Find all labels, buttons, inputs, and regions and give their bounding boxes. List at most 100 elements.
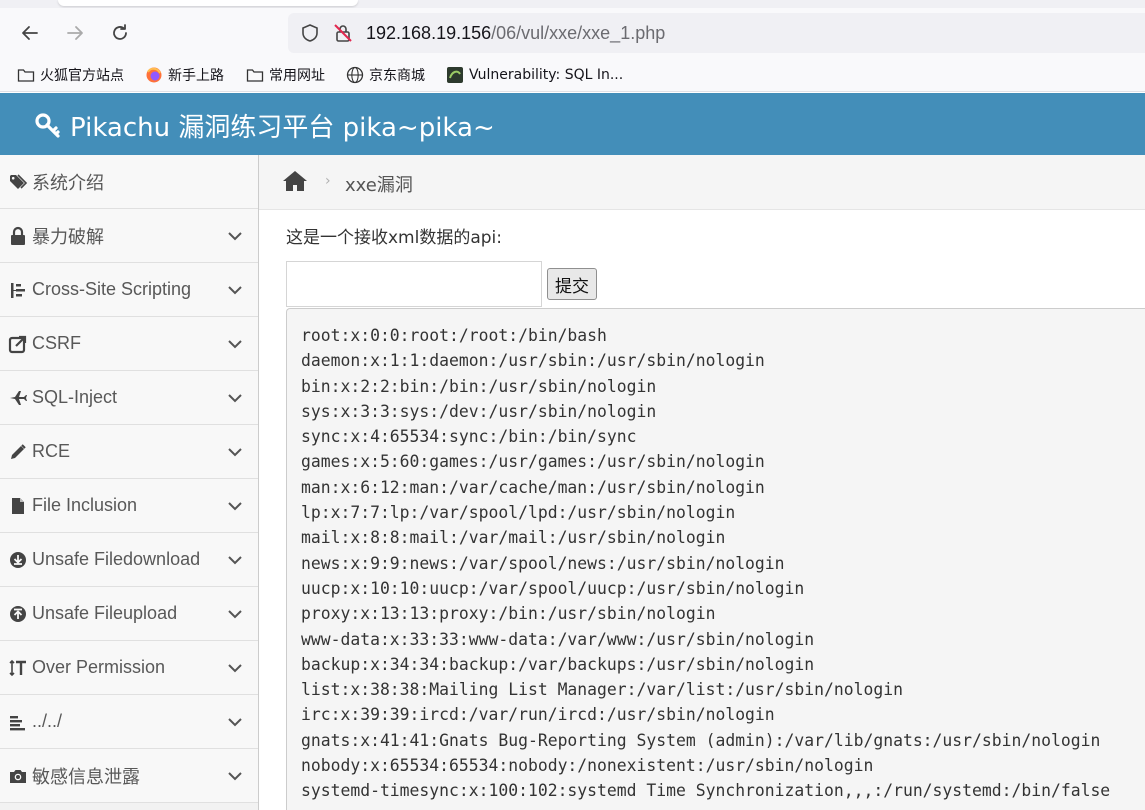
- chevron-down-icon[interactable]: [226, 659, 244, 677]
- output-line: mail:x:8:8:mail:/var/mail:/usr/sbin/nolo…: [301, 528, 726, 548]
- chevron-down-icon[interactable]: [226, 335, 244, 353]
- sidebar-item-label: Over Permission: [32, 657, 166, 677]
- chevron-down-icon[interactable]: [226, 713, 244, 731]
- chevron-down-icon[interactable]: [226, 443, 244, 461]
- app-title[interactable]: Pikachu 漏洞练习平台 pika~pika~: [34, 107, 495, 144]
- active-tab[interactable]: [58, 0, 358, 6]
- sidebar-item-label: 敏感信息泄露: [32, 766, 140, 787]
- output-line: irc:x:39:39:ircd:/var/run/ircd:/usr/sbin…: [301, 705, 775, 725]
- sidebar-item-xss[interactable]: Cross-Site Scripting: [0, 263, 258, 317]
- sidebar-item-label: Cross-Site Scripting: [32, 279, 192, 299]
- reload-button[interactable]: [105, 18, 135, 48]
- sidebar: 系统介绍 暴力破解 Cross-Site Scripting CSRF SQL-…: [0, 155, 259, 810]
- output-line: systemd-timesync:x:100:102:systemd Time …: [301, 781, 1111, 801]
- tab-strip: [0, 0, 1145, 8]
- chevron-down-icon[interactable]: [226, 605, 244, 623]
- xml-input[interactable]: [286, 261, 542, 307]
- chevron-down-icon[interactable]: [226, 551, 244, 569]
- share-icon: [8, 334, 28, 354]
- bookmark-dvwa[interactable]: Vulnerability: SQL In...: [446, 64, 623, 86]
- camera-icon: [8, 766, 28, 786]
- sidebar-item-unsafe-fileupload[interactable]: Unsafe Fileupload: [0, 587, 258, 641]
- output-line: nobody:x:65534:65534:nobody:/nonexistent…: [301, 756, 874, 776]
- navigation-bar: 192.168.19.156/06/vul/xxe/xxe_1.php: [0, 8, 1145, 58]
- app-title-text: Pikachu 漏洞练习平台 pika~pika~: [70, 113, 495, 143]
- sidebar-item-intro[interactable]: 系统介绍: [0, 155, 258, 209]
- sidebar-item-unsafe-filedownload[interactable]: Unsafe Filedownload: [0, 533, 258, 587]
- reload-icon: [113, 24, 127, 40]
- output-line: root:x:0:0:root:/root:/bin/bash: [301, 326, 607, 345]
- forward-arrow-icon: [67, 26, 83, 40]
- output-line: backup:x:34:34:backup:/var/backups:/usr/…: [301, 654, 815, 674]
- sidebar-item-label: 暴力破解: [32, 226, 104, 247]
- text-height-icon: [8, 658, 28, 678]
- chevron-down-icon[interactable]: [226, 281, 244, 299]
- sidebar-item-label: CSRF: [32, 333, 81, 353]
- chevron-down-icon[interactable]: [226, 497, 244, 515]
- sidebar-item-label: 系统介绍: [32, 172, 104, 193]
- url-path: /06/vul/xxe/xxe_1.php: [491, 23, 666, 43]
- address-bar[interactable]: 192.168.19.156/06/vul/xxe/xxe_1.php: [288, 13, 1145, 53]
- output-line: news:x:9:9:news:/var/spool/news:/usr/sbi…: [301, 553, 785, 573]
- sidebar-item-label: Unsafe Fileupload: [32, 603, 178, 623]
- sidebar-item-label: SQL-Inject: [32, 387, 118, 407]
- sitemap-icon: [8, 280, 28, 300]
- output-line: uucp:x:10:10:uucp:/var/spool/uucp:/usr/s…: [301, 578, 805, 598]
- sidebar-item-file-inclusion[interactable]: File Inclusion: [0, 479, 258, 533]
- bookmark-label: 京东商城: [369, 68, 425, 84]
- sidebar-item-dir-traversal[interactable]: ../../: [0, 695, 258, 749]
- bookmark-getting-started[interactable]: 新手上路: [145, 64, 224, 86]
- sidebar-item-csrf[interactable]: CSRF: [0, 317, 258, 371]
- output-line: sys:x:3:3:sys:/dev:/usr/sbin/nologin: [301, 401, 657, 421]
- sidebar-item-label: RCE: [32, 441, 71, 461]
- output-line: daemon:x:1:1:daemon:/usr/sbin:/usr/sbin/…: [301, 351, 765, 371]
- bookmark-jd[interactable]: 京东商城: [346, 64, 425, 86]
- home-icon[interactable]: [283, 170, 307, 192]
- sidebar-item-rce[interactable]: RCE: [0, 425, 258, 479]
- output-line: sync:x:4:65534:sync:/bin:/bin/sync: [301, 427, 637, 447]
- url-host: 192.168.19.156: [366, 23, 492, 43]
- bookmark-label: 火狐官方站点: [40, 68, 124, 84]
- download-icon: [8, 550, 28, 570]
- insecure-lock-icon[interactable]: [333, 23, 353, 43]
- bookmark-common-sites[interactable]: 常用网址: [246, 64, 325, 86]
- bookmark-label: Vulnerability: SQL In...: [469, 67, 624, 83]
- plane-icon: [8, 388, 28, 408]
- bookmarks-toolbar: 火狐官方站点 新手上路 常用网址 京东商城 Vulnerability: SQL…: [0, 58, 1145, 92]
- shield-icon[interactable]: [300, 23, 320, 43]
- sidebar-item-bruteforce[interactable]: 暴力破解: [0, 209, 258, 263]
- xml-output-text: root:x:0:0:root:/root:/bin/bash daemon:x:…: [301, 323, 1110, 804]
- breadcrumb: › xxe漏洞: [259, 155, 1145, 210]
- sidebar-item-sql-inject[interactable]: SQL-Inject: [0, 371, 258, 425]
- firefox-icon: [145, 66, 163, 84]
- bookmark-label: 常用网址: [269, 68, 325, 84]
- chevron-down-icon[interactable]: [226, 767, 244, 785]
- breadcrumb-separator: ›: [325, 173, 331, 189]
- file-icon: [8, 496, 28, 516]
- bookmark-firefox-official[interactable]: 火狐官方站点: [17, 64, 124, 86]
- tags-icon: [8, 172, 28, 192]
- sidebar-item-label: File Inclusion: [32, 495, 138, 515]
- sidebar-item-label: Unsafe Filedownload: [32, 549, 201, 569]
- chevron-down-icon[interactable]: [226, 389, 244, 407]
- output-line: www-data:x:33:33:www-data:/var/www:/usr/…: [301, 629, 815, 649]
- sidebar-item-info-leak[interactable]: 敏感信息泄露: [0, 749, 258, 803]
- chevron-down-icon[interactable]: [226, 227, 244, 245]
- submit-button[interactable]: 提交: [547, 268, 597, 300]
- back-arrow-icon: [22, 26, 38, 40]
- output-line: games:x:5:60:games:/usr/games:/usr/sbin/…: [301, 452, 765, 472]
- key-icon: [35, 112, 60, 138]
- output-line: bin:x:2:2:bin:/bin:/usr/sbin/nologin: [301, 376, 657, 396]
- globe-icon: [346, 66, 364, 84]
- dvwa-icon: [446, 66, 464, 84]
- url-text[interactable]: 192.168.19.156/06/vul/xxe/xxe_1.php: [366, 23, 665, 44]
- sidebar-item-label: ../../: [32, 711, 63, 731]
- align-icon: [8, 712, 28, 732]
- back-button[interactable]: [15, 18, 45, 48]
- upload-icon: [8, 604, 28, 624]
- forward-button[interactable]: [60, 18, 90, 48]
- folder-icon: [17, 66, 35, 84]
- api-prompt-label: 这是一个接收xml数据的api:: [286, 228, 503, 248]
- sidebar-item-over-permission[interactable]: Over Permission: [0, 641, 258, 695]
- pencil-icon: [8, 442, 28, 462]
